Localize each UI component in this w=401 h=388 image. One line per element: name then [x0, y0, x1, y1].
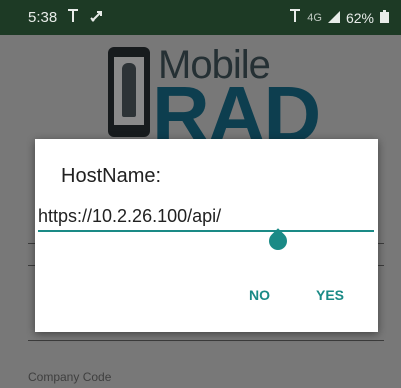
phone-icon	[108, 47, 150, 137]
antenna-icon	[67, 8, 79, 27]
network-type: 4G	[307, 11, 322, 24]
text-cursor-handle[interactable]	[265, 228, 291, 254]
company-code-label: Company Code	[28, 370, 112, 384]
background-field-line	[28, 340, 384, 341]
status-right: 4G 62%	[289, 9, 389, 26]
bell-icon	[89, 9, 103, 27]
input-underline	[38, 230, 374, 232]
no-button[interactable]: NO	[249, 287, 270, 303]
dialog-title: HostName:	[61, 165, 162, 187]
background-field-line	[378, 265, 384, 266]
mobilerad-logo: Mobile RAD	[108, 43, 321, 159]
alarm-icon	[289, 9, 301, 26]
hostname-dialog: HostName: NO YES	[35, 139, 378, 332]
battery-percent: 62%	[345, 9, 374, 26]
signal-icon	[327, 10, 340, 26]
background-field-line	[378, 243, 384, 244]
status-left: 5:38	[28, 8, 103, 27]
yes-button[interactable]: YES	[316, 287, 344, 303]
status-bar: 5:38 4G 62%	[0, 0, 401, 35]
battery-icon	[380, 9, 389, 26]
hostname-input[interactable]	[38, 203, 374, 229]
status-time: 5:38	[28, 9, 58, 26]
